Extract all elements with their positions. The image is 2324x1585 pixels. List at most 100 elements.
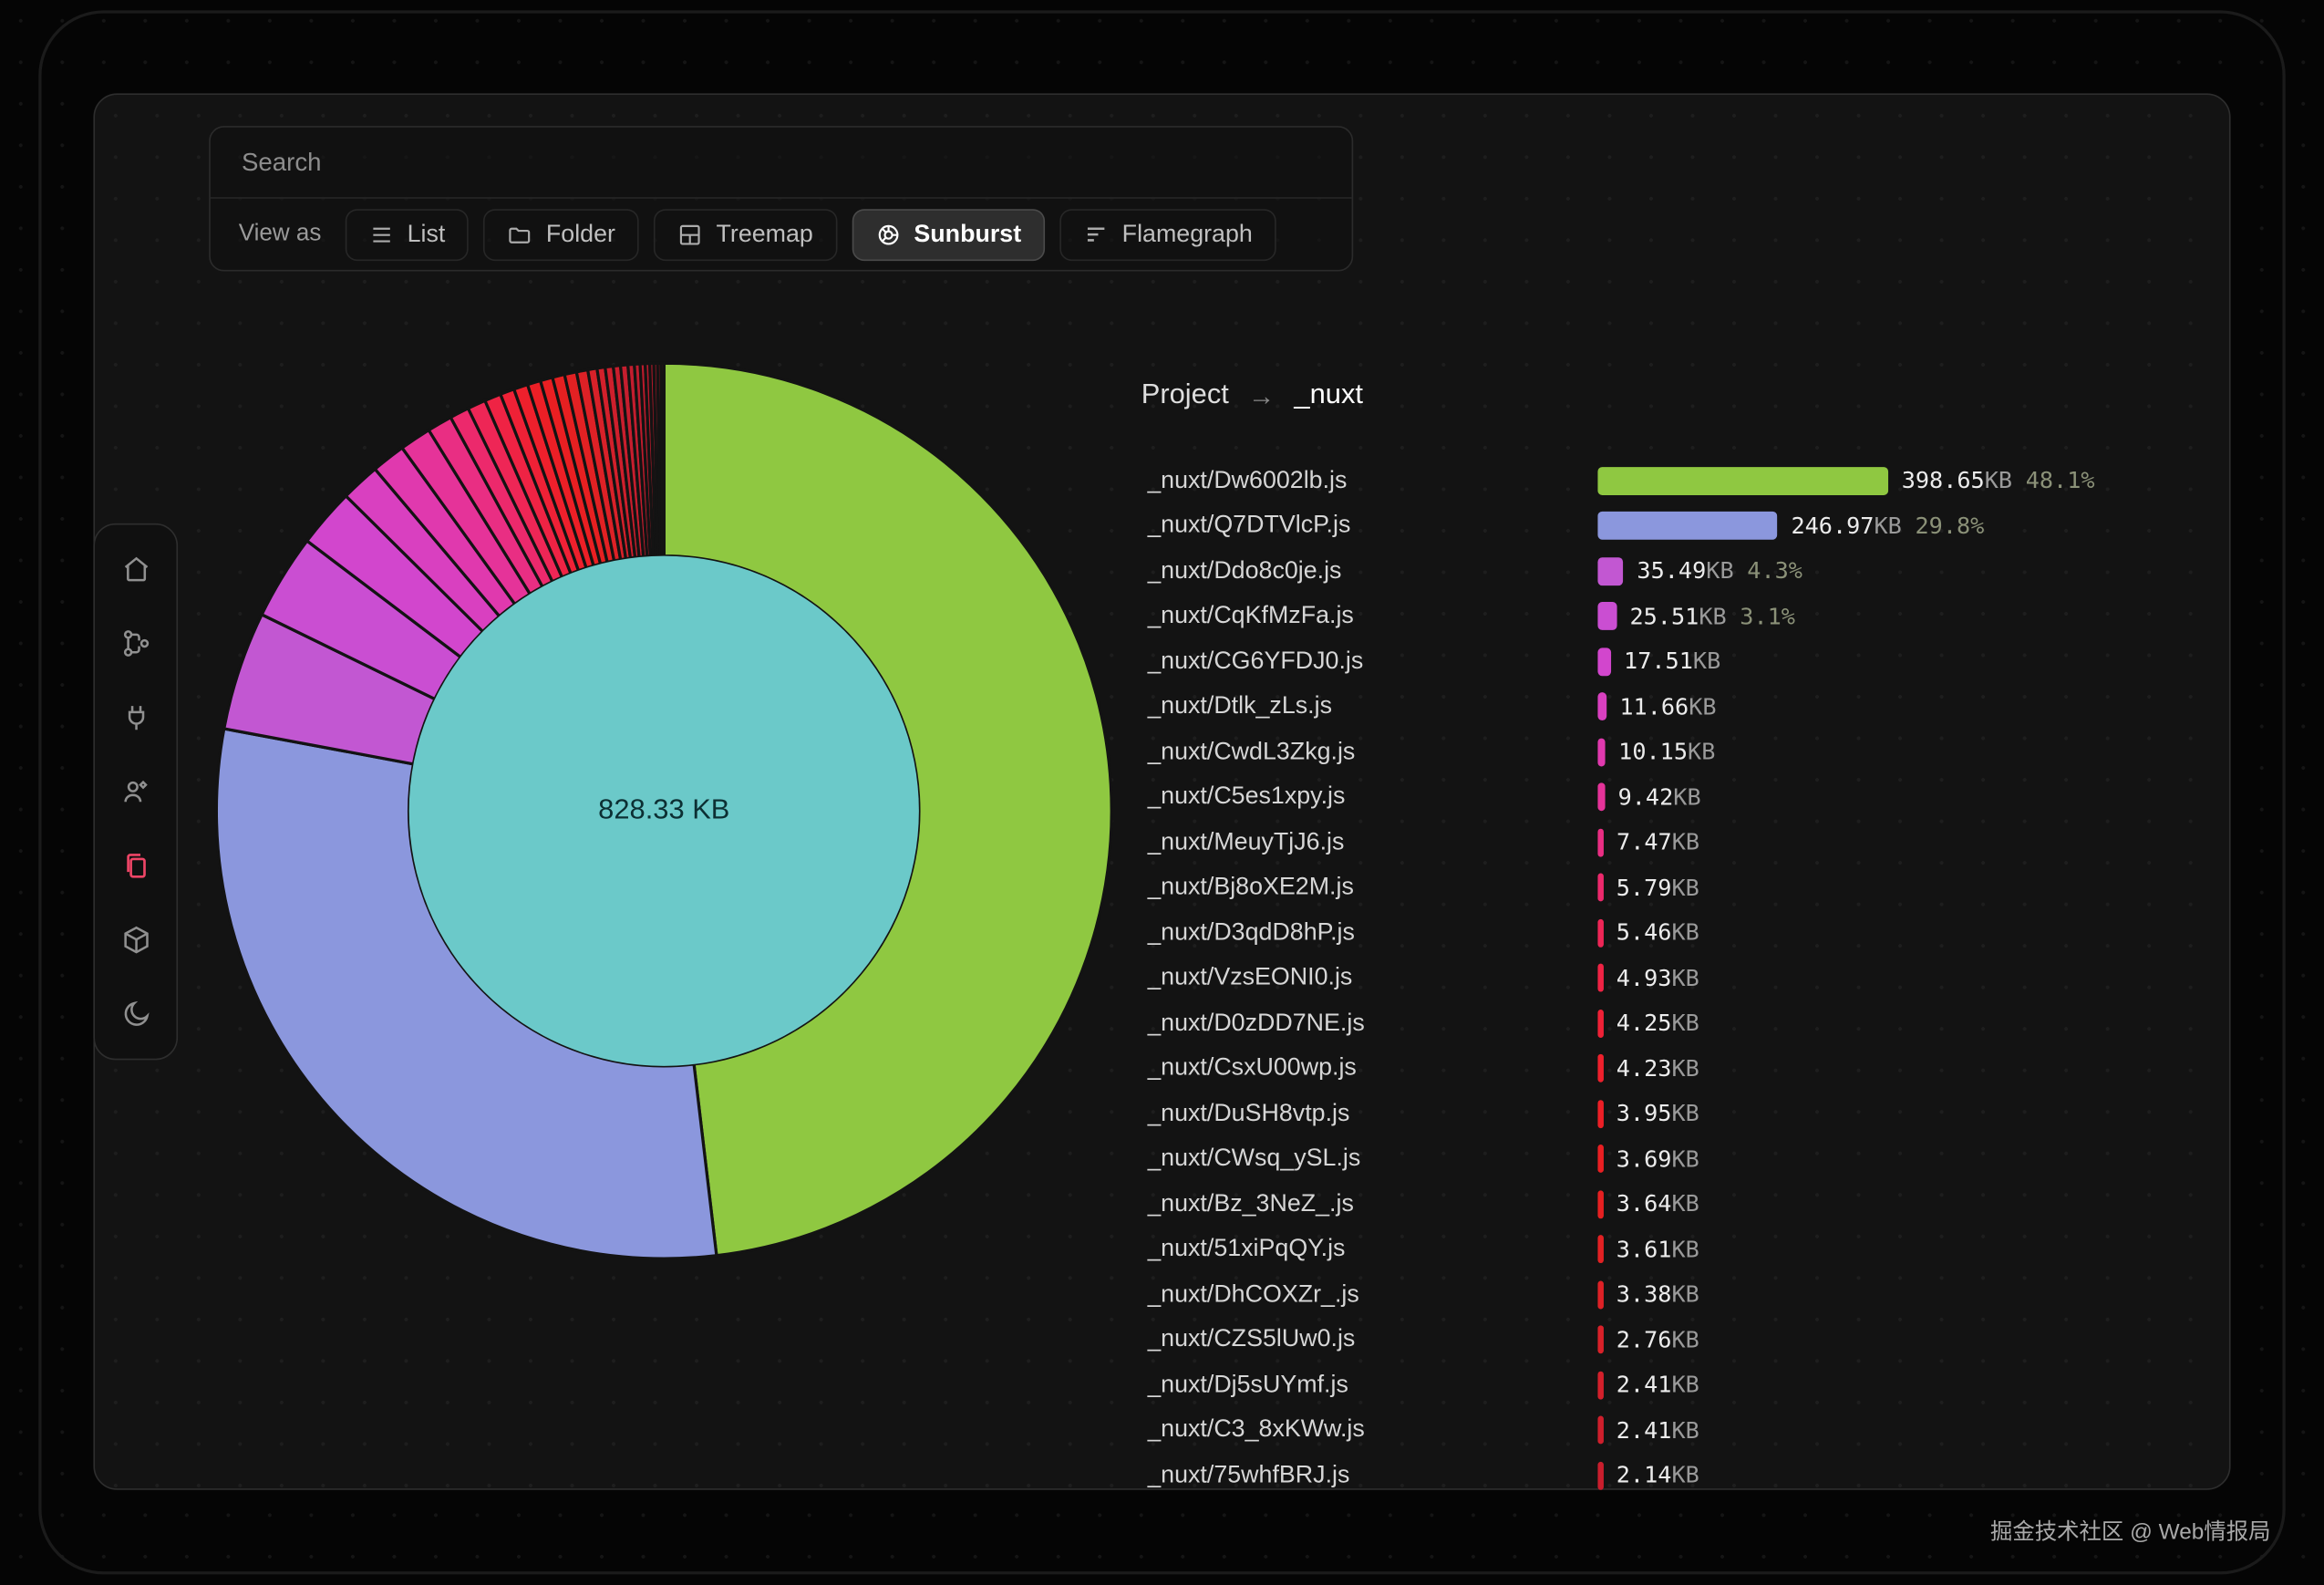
plug-icon[interactable]	[110, 692, 160, 742]
file-row[interactable]: _nuxt/Q7DTVlcP.js246.97KB29.8%	[1147, 503, 2226, 549]
file-size: 25.51KB	[1629, 603, 1726, 629]
file-size: 2.76KB	[1616, 1327, 1699, 1353]
size-bar	[1597, 1371, 1603, 1399]
users-icon[interactable]	[110, 766, 160, 816]
sidebar	[93, 523, 178, 1060]
watermark: 掘金技术社区 @ Web情报局	[1990, 1515, 2270, 1546]
file-size: 4.23KB	[1616, 1055, 1699, 1082]
file-name: _nuxt/Dj5sUYmf.js	[1147, 1371, 1597, 1399]
size-bar-zone: 35.49KB4.3%	[1597, 557, 2226, 585]
size-bar	[1597, 918, 1603, 947]
size-bar	[1597, 467, 1888, 495]
breadcrumb-root[interactable]: Project	[1141, 379, 1229, 412]
view-button-flamegraph[interactable]: Flamegraph	[1059, 208, 1276, 260]
sunburst-center-label: 828.33 KB	[598, 792, 729, 824]
size-bar-zone: 2.14KB	[1597, 1461, 2226, 1489]
file-size: 3.69KB	[1616, 1145, 1699, 1172]
file-size: 3.95KB	[1616, 1101, 1699, 1127]
size-bar-zone: 17.51KB	[1597, 647, 2226, 676]
file-row[interactable]: _nuxt/Dw6002lb.js 398.65KB 48.1%	[1147, 458, 2226, 503]
file-list: _nuxt/Dw6002lb.js 398.65KB 48.1% _nuxt/Q7DT…	[1147, 458, 2226, 1491]
search-toolbar: View as List Folder	[209, 126, 1353, 271]
file-row[interactable]: _nuxt/Ddo8c0je.js35.49KB4.3%	[1147, 548, 2226, 594]
file-size: 2.41KB	[1616, 1372, 1699, 1398]
file-size: 5.79KB	[1616, 875, 1699, 901]
file-name: _nuxt/Dw6002lb.js	[1147, 467, 1597, 495]
file-row[interactable]: _nuxt/C3_8xKWw.js2.41KB	[1147, 1408, 2226, 1454]
file-row[interactable]: _nuxt/Bz_3NeZ_.js3.64KB	[1147, 1182, 2226, 1228]
file-row[interactable]: _nuxt/CZS5lUw0.js2.76KB	[1147, 1317, 2226, 1362]
file-row[interactable]: _nuxt/CWsq_ySL.js 3.69KB	[1147, 1136, 2226, 1182]
file-size: 246.97KB	[1791, 513, 1901, 539]
size-bar-zone: 3.38KB	[1597, 1280, 2226, 1309]
file-name: _nuxt/Bj8oXE2M.js	[1147, 874, 1597, 902]
size-bar-zone: 4.23KB	[1597, 1054, 2226, 1083]
size-bar	[1597, 738, 1605, 766]
graph-icon[interactable]	[110, 618, 160, 668]
file-row[interactable]: _nuxt/Dtlk_zLs.js11.66KB	[1147, 684, 2226, 730]
size-bar-zone: 4.25KB	[1597, 1010, 2226, 1038]
file-name: _nuxt/CG6YFDJ0.js	[1147, 647, 1597, 676]
file-size: 398.65KB	[1902, 467, 2012, 493]
size-bar	[1597, 693, 1606, 721]
view-button-sunburst[interactable]: Sunburst	[852, 208, 1045, 260]
size-bar	[1597, 874, 1603, 902]
size-bar	[1597, 1461, 1603, 1489]
sunburst-slice[interactable]	[661, 363, 664, 555]
file-row[interactable]: _nuxt/51xiPqQY.js3.61KB	[1147, 1227, 2226, 1272]
file-row[interactable]: _nuxt/Bj8oXE2M.js 5.79KB	[1147, 865, 2226, 911]
file-percent: 48.1%	[2026, 467, 2095, 493]
file-size: 7.47KB	[1616, 829, 1699, 855]
file-size: 4.93KB	[1616, 965, 1699, 991]
package-icon[interactable]	[110, 915, 160, 965]
file-row[interactable]: _nuxt/MeuyTjJ6.js 7.47KB	[1147, 820, 2226, 865]
file-row[interactable]: _nuxt/C5es1xpy.js9.42KB	[1147, 774, 2226, 820]
sunburst-chart: 828.33 KB	[204, 351, 1123, 1270]
file-row[interactable]: _nuxt/Dj5sUYmf.js 2.41KB	[1147, 1362, 2226, 1408]
file-row[interactable]: _nuxt/D3qdD8hP.js5.46KB	[1147, 910, 2226, 956]
moon-icon[interactable]	[110, 989, 160, 1039]
file-name: _nuxt/CwdL3Zkg.js	[1147, 738, 1597, 766]
file-name: _nuxt/Ddo8c0je.js	[1147, 557, 1597, 585]
search-input[interactable]	[242, 148, 1320, 178]
size-bar-zone: 7.47KB	[1597, 828, 2226, 856]
size-bar-zone: 10.15KB	[1597, 738, 2226, 766]
file-row[interactable]: _nuxt/D0zDD7NE.js4.25KB	[1147, 1000, 2226, 1046]
size-bar	[1597, 1326, 1603, 1354]
files-icon[interactable]	[110, 841, 160, 891]
file-row[interactable]: _nuxt/CqKfMzFa.js 25.51KB 3.1%	[1147, 594, 2226, 639]
file-row[interactable]: _nuxt/VzsEONI0.js4.93KB	[1147, 956, 2226, 1001]
file-name: _nuxt/CsxU00wp.js	[1147, 1054, 1597, 1083]
file-size: 5.46KB	[1616, 919, 1699, 946]
breadcrumb-current[interactable]: _nuxt	[1294, 379, 1363, 412]
file-name: _nuxt/MeuyTjJ6.js	[1147, 828, 1597, 856]
file-name: _nuxt/51xiPqQY.js	[1147, 1236, 1597, 1264]
breadcrumb: Project → _nuxt	[1141, 374, 1363, 419]
file-row[interactable]: _nuxt/CG6YFDJ0.js17.51KB	[1147, 639, 2226, 685]
view-button-list[interactable]: List	[345, 208, 469, 260]
size-bar	[1597, 1416, 1603, 1445]
file-name: _nuxt/CWsq_ySL.js	[1147, 1145, 1597, 1173]
size-bar-zone: 3.69KB	[1597, 1145, 2226, 1173]
file-name: _nuxt/Q7DTVlcP.js	[1147, 512, 1597, 540]
file-size: 10.15KB	[1618, 739, 1715, 765]
view-button-treemap[interactable]: Treemap	[654, 208, 837, 260]
file-size: 35.49KB	[1637, 558, 1733, 585]
size-bar-zone: 4.93KB	[1597, 964, 2226, 992]
file-name: _nuxt/CqKfMzFa.js	[1147, 602, 1597, 630]
view-button-folder[interactable]: Folder	[484, 208, 639, 260]
search-row	[211, 128, 1352, 199]
sunburst-icon	[875, 222, 901, 247]
file-row[interactable]: _nuxt/DhCOXZr_.js3.38KB	[1147, 1272, 2226, 1318]
file-row[interactable]: _nuxt/75whfBRJ.js2.14KB	[1147, 1453, 2226, 1491]
size-bar	[1597, 1145, 1603, 1173]
file-row[interactable]: _nuxt/CwdL3Zkg.js 10.15KB	[1147, 730, 2226, 775]
view-button-label: Folder	[546, 220, 615, 248]
file-name: _nuxt/DuSH8vtp.js	[1147, 1100, 1597, 1128]
file-row[interactable]: _nuxt/CsxU00wp.js 4.23KB	[1147, 1046, 2226, 1092]
file-size: 3.64KB	[1616, 1191, 1699, 1217]
file-row[interactable]: _nuxt/DuSH8vtp.js 3.95KB	[1147, 1091, 2226, 1136]
home-icon[interactable]	[110, 544, 160, 595]
size-bar	[1597, 828, 1603, 856]
file-percent: 3.1%	[1740, 603, 1795, 629]
